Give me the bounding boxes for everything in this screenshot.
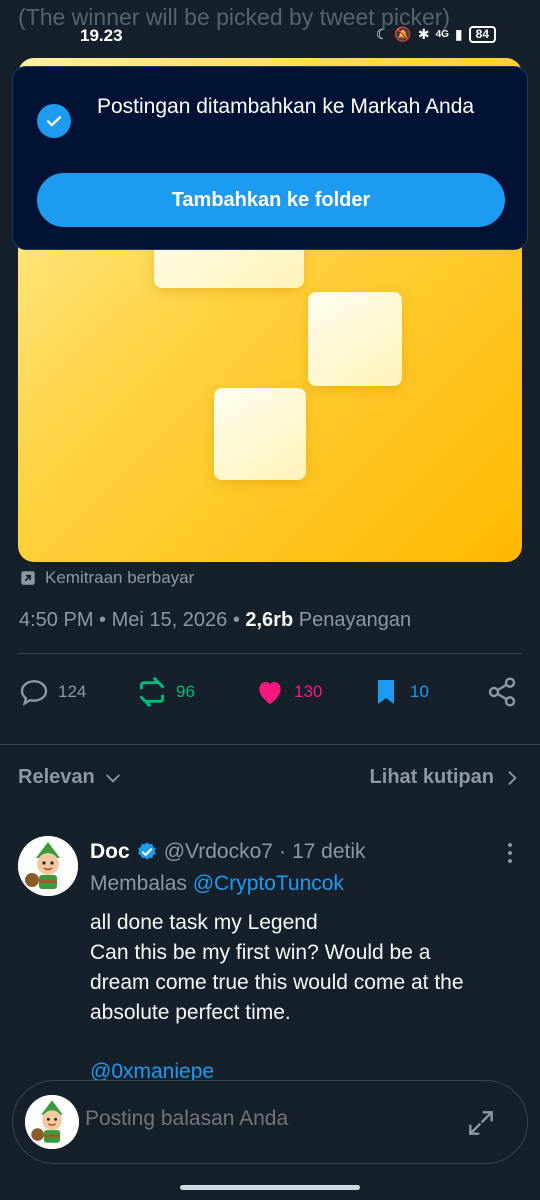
more-options-icon[interactable] — [505, 840, 515, 866]
verified-badge-icon — [137, 842, 156, 860]
reply-button[interactable]: 124 — [18, 676, 86, 708]
views-count[interactable]: 2,6rb — [245, 609, 293, 631]
status-time: 19.23 — [80, 26, 123, 45]
reply-input[interactable] — [85, 1107, 445, 1131]
repost-button[interactable]: 96 — [136, 676, 195, 708]
tweet-time: 4:50 PM — [19, 609, 94, 631]
chevron-down-icon — [105, 774, 120, 783]
relevance-dropdown[interactable]: Relevan — [18, 766, 123, 789]
replies-sort-bar: Relevan Lihat kutipan — [18, 766, 522, 789]
reply-count: 124 — [58, 682, 87, 701]
external-link-icon — [21, 571, 35, 585]
tweet-date: Mei 15, 2026 — [111, 609, 228, 631]
status-bar: 19.23 ☾ 🔕 ✱ 4G ▮ 84 — [0, 26, 540, 48]
like-button[interactable]: 130 — [254, 676, 322, 708]
bookmark-toast: Postingan ditambahkan ke Markah Anda Tam… — [12, 66, 528, 250]
chevron-right-icon — [508, 770, 517, 785]
bookmark-button[interactable]: 10 — [370, 676, 429, 708]
repost-count: 96 — [176, 682, 195, 701]
tweet-actions: 124 96 130 10 — [0, 676, 540, 716]
image-shape — [214, 388, 306, 480]
status-icons: ☾ 🔕 ✱ 4G ▮ 84 — [376, 26, 496, 43]
toast-message: Postingan ditambahkan ke Markah Anda — [97, 95, 475, 118]
bookmark-count: 10 — [410, 682, 429, 701]
network-label: 4G — [435, 29, 449, 40]
bookmark-filled-icon — [378, 680, 394, 704]
battery-icon: 84 — [468, 26, 496, 43]
elf-avatar-icon — [18, 836, 78, 896]
avatar[interactable] — [18, 836, 78, 896]
view-quotes-label: Lihat kutipan — [369, 766, 494, 788]
reply-line: dream come true this would come at the — [90, 971, 464, 994]
view-quotes-link[interactable]: Lihat kutipan — [370, 766, 522, 789]
signal-icon: ▮ — [454, 26, 463, 42]
share-button[interactable] — [486, 676, 518, 708]
divider — [0, 744, 540, 745]
home-indicator[interactable] — [180, 1185, 360, 1190]
bell-off-icon: 🔕 — [394, 26, 412, 42]
reply-text: all done task my Legend Can this be my f… — [90, 908, 520, 1028]
divider — [18, 653, 522, 654]
reply-line: absolute perfect time. — [90, 1001, 291, 1024]
like-count: 130 — [294, 682, 323, 701]
bluetooth-icon: ✱ — [417, 26, 430, 42]
image-shape — [308, 292, 402, 386]
reply-line: Can this be my first win? Would be a — [90, 941, 431, 964]
reply-icon — [20, 680, 48, 706]
reply-line: all done task my Legend — [90, 911, 318, 934]
reply-author-handle[interactable]: @Vrdocko7 — [164, 840, 273, 864]
heart-filled-icon — [259, 682, 281, 704]
views-label[interactable]: Penayangan — [299, 609, 411, 631]
share-icon — [488, 677, 516, 707]
expand-icon[interactable] — [465, 1107, 497, 1139]
paid-partnership-text: Kemitraan berbayar — [45, 568, 195, 587]
reply-composer — [12, 1080, 528, 1164]
add-to-folder-button[interactable]: Tambahkan ke folder — [37, 173, 505, 227]
check-icon — [37, 104, 71, 138]
reply-time: 17 detik — [291, 840, 366, 863]
repost-icon — [139, 677, 165, 707]
elf-avatar-icon — [25, 1095, 79, 1149]
replying-to-link[interactable]: @CryptoTuncok — [193, 872, 344, 895]
relevance-label: Relevan — [18, 766, 95, 788]
reply-author-name[interactable]: Doc — [90, 840, 130, 864]
replying-to: Membalas @CryptoTuncok — [90, 872, 344, 896]
reply-header: Doc @Vrdocko7 · 17 detik — [90, 840, 366, 864]
moon-icon: ☾ — [375, 26, 389, 42]
paid-partnership-label[interactable]: Kemitraan berbayar — [19, 568, 194, 588]
replying-prefix: Membalas — [90, 872, 187, 895]
composer-avatar — [25, 1095, 79, 1149]
tweet-meta: 4:50 PM • Mei 15, 2026 • 2,6rb Penayanga… — [19, 609, 412, 631]
